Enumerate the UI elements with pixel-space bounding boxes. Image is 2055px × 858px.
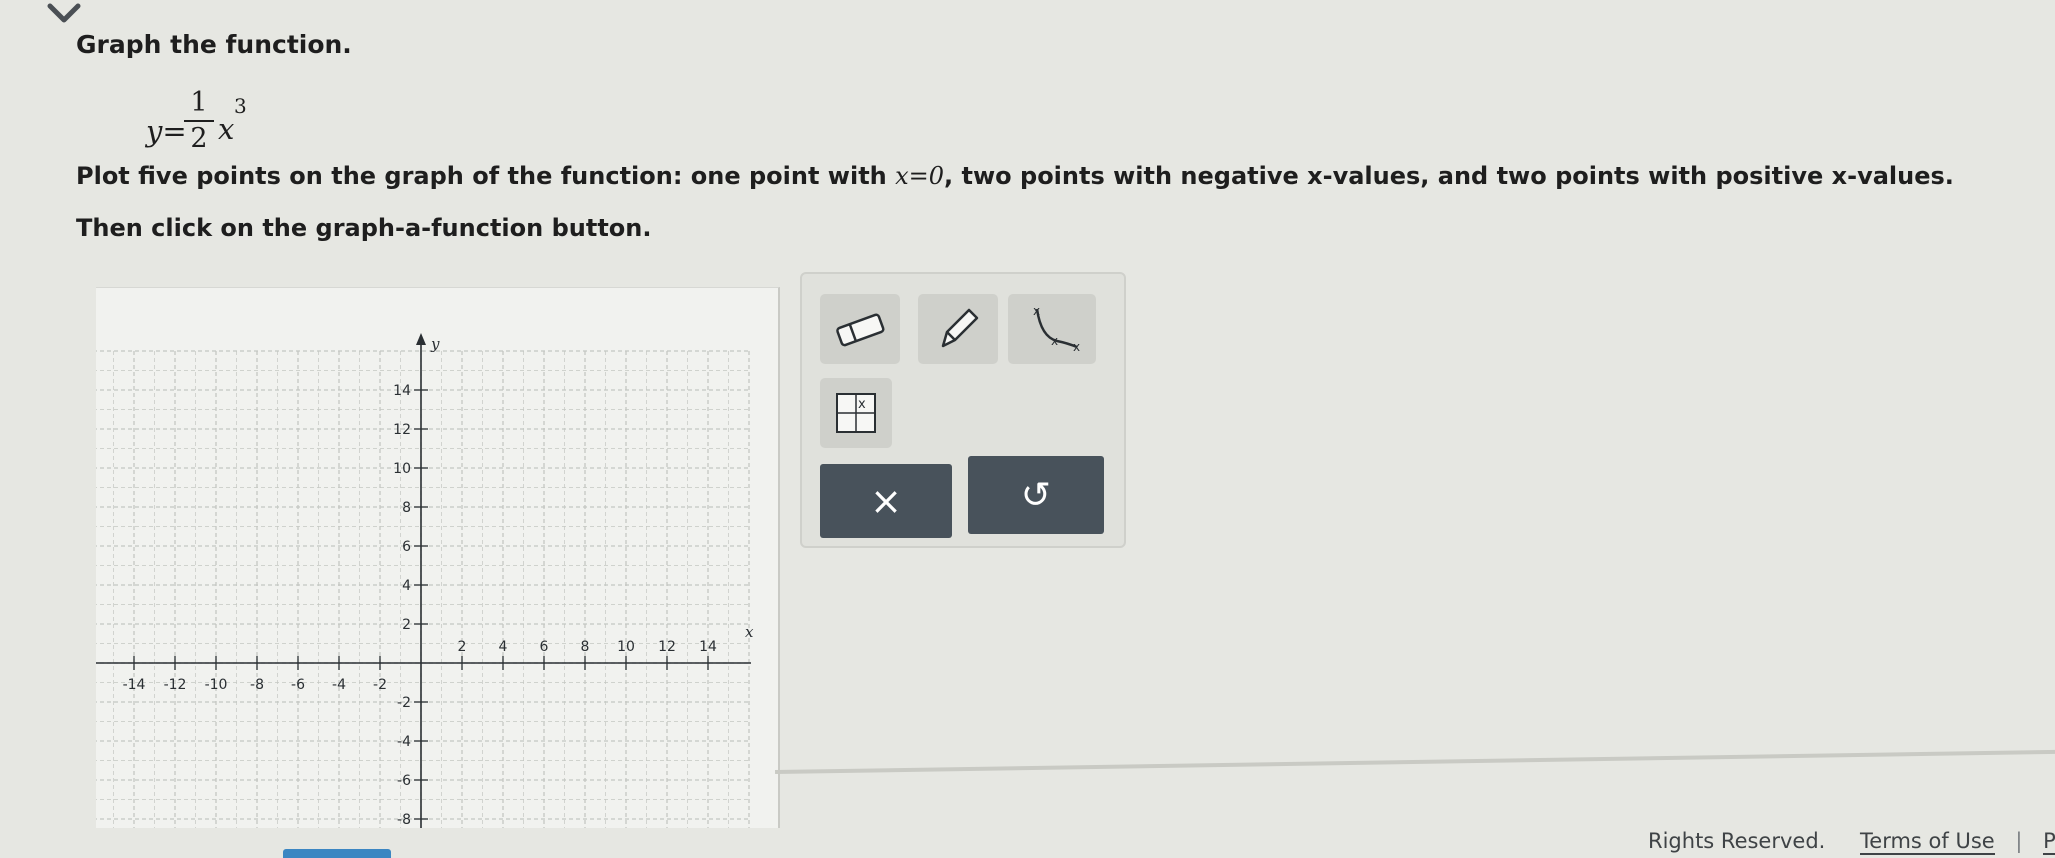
- x-tick-label: 10: [617, 639, 635, 655]
- x-tick-label: -8: [250, 677, 264, 693]
- eraser-icon: [836, 313, 885, 347]
- equation-lhs: y=: [146, 114, 187, 148]
- collapse-chevron-icon[interactable]: [38, 0, 90, 30]
- svg-text:x: x: [1073, 340, 1080, 354]
- x-tick-label: 2: [458, 639, 467, 655]
- x-tick-label: 4: [499, 639, 508, 655]
- eraser-tool-button[interactable]: [820, 294, 900, 364]
- page-divider: [775, 749, 2055, 774]
- y-tick-label: 12: [393, 422, 411, 438]
- undo-button[interactable]: ↺: [968, 456, 1104, 534]
- y-tick-label: 10: [393, 461, 411, 477]
- clear-button[interactable]: ×: [820, 464, 952, 538]
- svg-text:x: x: [858, 397, 866, 412]
- privacy-link[interactable]: Privacy: [2043, 829, 2055, 855]
- svg-text:x: x: [1051, 334, 1058, 348]
- equation-variable: x: [218, 112, 235, 146]
- instructions-math: x=0: [895, 162, 945, 190]
- graph-function-button[interactable]: x x x: [1008, 294, 1096, 364]
- terms-of-use-link[interactable]: Terms of Use: [1860, 829, 1995, 855]
- question-title: Graph the function.: [76, 30, 352, 59]
- y-tick-label: 14: [393, 383, 411, 399]
- footer: Rights Reserved. Terms of Use | Privacy: [1648, 829, 2055, 855]
- y-tick-label: -8: [397, 812, 411, 828]
- x-axis-label: x: [745, 623, 754, 641]
- tick-labels: -14 -12 -10 -8 -6 -4 -2 2 4 6 8 10 12 14 14 12 10 8 6 4 2 -2 -…: [123, 335, 754, 828]
- pencil-tool-button[interactable]: [918, 294, 998, 364]
- x-tick-label: -4: [332, 677, 346, 693]
- y-tick-label: -2: [397, 695, 411, 711]
- coordinate-plane[interactable]: -14 -12 -10 -8 -6 -4 -2 2 4 6 8 10 12 14 14 12 10 8 6 4 2 -2 -…: [96, 288, 778, 828]
- x-tick-label: 8: [581, 639, 590, 655]
- y-tick-label: -6: [397, 773, 411, 789]
- fraction-bar: [184, 120, 214, 122]
- x-tick-label: -12: [164, 677, 187, 693]
- y-axis-label: y: [430, 335, 440, 353]
- y-tick-label: 8: [402, 500, 411, 516]
- x-tick-label: 14: [699, 639, 717, 655]
- footer-rights-text: Rights Reserved.: [1648, 829, 1826, 853]
- x-tick-label: -14: [123, 677, 146, 693]
- graph-function-icon: x x x: [1033, 304, 1080, 354]
- pencil-icon: [941, 308, 979, 348]
- y-tick-label: 4: [402, 578, 411, 594]
- x-tick-label: 12: [658, 639, 676, 655]
- footer-button-edge[interactable]: [283, 849, 391, 858]
- svg-text:x: x: [1033, 304, 1040, 318]
- graph-area[interactable]: -14 -12 -10 -8 -6 -4 -2 2 4 6 8 10 12 14 14 12 10 8 6 4 2 -2 -…: [96, 287, 780, 828]
- x-tick-label: 6: [540, 639, 549, 655]
- grid-lines: [96, 350, 750, 828]
- equation-fraction: 1 2: [184, 88, 214, 154]
- x-tick-label: -6: [291, 677, 305, 693]
- y-tick-label: 2: [402, 617, 411, 633]
- instructions-part1: Plot five points on the graph of the fun…: [76, 162, 896, 190]
- axes: [96, 333, 751, 828]
- plot-point-icon: x: [836, 393, 876, 433]
- footer-separator: |: [2015, 829, 2023, 853]
- plot-point-tool-button[interactable]: x: [820, 378, 892, 448]
- y-tick-label: -4: [397, 734, 411, 750]
- equation-exponent: 3: [234, 94, 247, 118]
- fraction-numerator: 1: [190, 87, 208, 118]
- graph-toolbox: x x x x × ↺: [800, 272, 1126, 548]
- y-axis-arrow-up: [416, 333, 426, 345]
- x-tick-label: -2: [373, 677, 387, 693]
- y-tick-label: 6: [402, 539, 411, 555]
- instructions-text: Plot five points on the graph of the fun…: [76, 150, 1976, 254]
- x-tick-label: -10: [205, 677, 228, 693]
